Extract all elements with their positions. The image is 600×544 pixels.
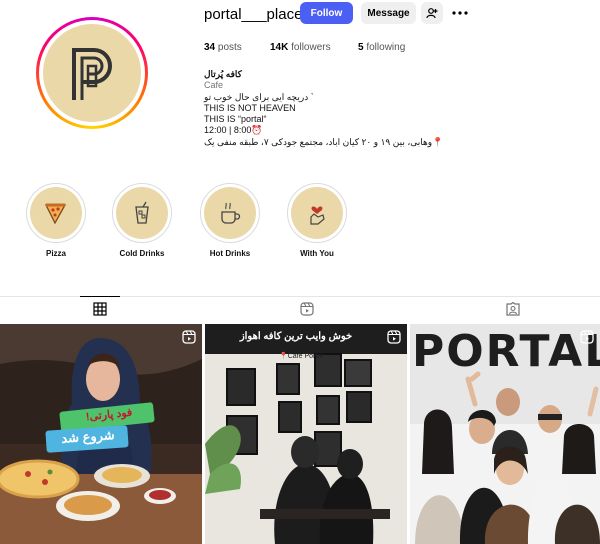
more-dots-icon xyxy=(452,11,468,15)
add-user-icon xyxy=(426,8,438,19)
avatar xyxy=(43,24,141,122)
reel-indicator-icon xyxy=(387,330,401,344)
bio-address-line: 📍وهابی، بین ۱۹ و ۲۰ کیان اباد، مجتمع جود… xyxy=(204,136,444,147)
highlight-ring xyxy=(287,183,347,243)
highlight-cover xyxy=(291,187,343,239)
display-name: کافه پُرتال xyxy=(204,69,242,79)
post-thumbnail[interactable]: فود پارتی! شروع شد xyxy=(0,324,202,544)
category-label: Cafe xyxy=(204,80,224,91)
avatar-inner-border xyxy=(39,20,145,126)
post-location-label: 📍Cafe Portal xyxy=(279,353,323,360)
highlight-pizza[interactable]: Pizza xyxy=(20,183,92,258)
profile-bio: کافه پُرتال Cafe ` دریچه ایی برای حال خو… xyxy=(204,69,464,148)
reel-indicator-icon xyxy=(580,330,594,344)
active-tab-indicator xyxy=(80,296,120,297)
grid-icon xyxy=(93,302,107,316)
profile-username: portal___place xyxy=(204,6,303,23)
bio-line: THIS IS NOT HEAVEN xyxy=(204,102,296,113)
highlight-label: Pizza xyxy=(45,249,66,258)
bio-line: THIS IS “portal“ xyxy=(204,114,267,125)
highlight-cover xyxy=(204,187,256,239)
tab-tagged[interactable] xyxy=(503,300,523,318)
highlight-with-you[interactable]: With You xyxy=(281,183,353,258)
highlight-ring xyxy=(200,183,260,243)
cold-drink-icon xyxy=(135,201,149,224)
highlight-ring xyxy=(26,183,86,243)
highlight-cold-drinks[interactable]: Cold Drinks xyxy=(106,183,178,258)
coffee-cup-icon xyxy=(221,202,241,224)
highlight-label: With You xyxy=(300,249,334,258)
reels-icon xyxy=(300,302,314,316)
highlight-label: Hot Drinks xyxy=(209,249,251,258)
reel-indicator-icon xyxy=(182,330,196,344)
following-count[interactable]: 5 following xyxy=(358,42,405,53)
follow-button[interactable]: Follow xyxy=(300,2,353,24)
followers-count[interactable]: 14K followers xyxy=(270,42,331,53)
posts-count: 34 posts xyxy=(204,42,242,53)
highlight-ring xyxy=(112,183,172,243)
pizza-icon xyxy=(44,203,67,225)
post-overlay-brand: PORTAL xyxy=(412,326,600,377)
bio-line: 12:00 | 8:00⏰ xyxy=(204,125,263,136)
more-options-button[interactable] xyxy=(451,4,469,22)
message-button[interactable]: Message xyxy=(361,2,416,24)
post-thumbnail[interactable]: PORTAL xyxy=(410,324,600,544)
highlight-label: Cold Drinks xyxy=(119,249,165,258)
tab-posts[interactable] xyxy=(90,300,110,318)
bio-line: ` دریچه ایی برای حال خوب تو xyxy=(204,91,314,102)
tab-reels[interactable] xyxy=(297,300,317,318)
heart-hand-icon xyxy=(310,206,325,225)
post-thumbnail[interactable]: خوش وایب ترین کافه اهواز 📍Cafe Portal xyxy=(205,324,407,544)
highlight-cover xyxy=(116,187,168,239)
tagged-icon xyxy=(506,302,520,316)
portal-logo-icon xyxy=(72,48,112,100)
highlight-hot-drinks[interactable]: Hot Drinks xyxy=(194,183,266,258)
suggested-users-button[interactable] xyxy=(421,2,443,24)
profile-avatar-ring[interactable] xyxy=(36,17,148,129)
highlight-cover xyxy=(30,187,82,239)
post-overlay-title: خوش وایب ترین کافه اهواز xyxy=(239,331,353,342)
